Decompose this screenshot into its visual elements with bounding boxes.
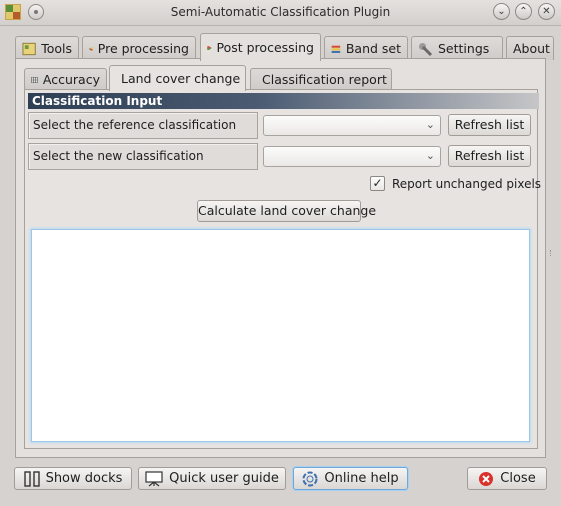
lifebuoy-icon (302, 471, 318, 486)
tab-tools-label: Tools (41, 41, 72, 56)
online-help-label: Online help (324, 471, 399, 486)
calculate-land-cover-change-button[interactable]: Calculate land cover change (197, 200, 376, 222)
tab-post-processing-label: Post processing (216, 40, 315, 55)
subtab-accuracy-label: Accuracy (42, 72, 100, 87)
tab-pre-processing[interactable]: Pre processing (82, 36, 196, 60)
subtab-land-cover-change-label: Land cover change (121, 71, 241, 86)
close-label: Close (500, 471, 536, 486)
window-title: Semi-Automatic Classification Plugin (170, 5, 391, 19)
refresh-reference-button[interactable]: Refresh list (448, 114, 531, 136)
chevron-down-icon: ⌄ (425, 118, 435, 131)
online-help-button[interactable]: Online help (293, 467, 408, 490)
title-bar: Semi-Automatic Classification Plugin ⌄ ⌃… (0, 0, 561, 26)
subtab-land-cover-change[interactable]: Land cover change (109, 65, 246, 91)
post-processing-icon (207, 45, 212, 50)
tools-icon (22, 42, 36, 55)
quick-user-guide-button[interactable]: Quick user guide (138, 467, 286, 490)
subtab-accuracy[interactable]: Accuracy (24, 68, 107, 90)
tab-band-set[interactable]: Band set (324, 36, 408, 60)
subtab-classification-report[interactable]: % Classification report (250, 68, 392, 90)
report-unchanged-checkbox[interactable]: ✓ (370, 176, 385, 191)
wrench-icon (419, 42, 433, 56)
reference-classification-combo[interactable]: ⌄ (263, 115, 441, 136)
refresh-new-button[interactable]: Refresh list (448, 145, 531, 167)
quick-user-guide-label: Quick user guide (169, 471, 279, 486)
tab-about[interactable]: About (506, 36, 554, 60)
section-header: Classification Input (28, 93, 539, 109)
pre-processing-icon (89, 46, 93, 51)
close-window-button[interactable]: ✕ (538, 3, 555, 20)
maximize-button[interactable]: ⌃ (515, 3, 532, 20)
show-docks-button[interactable]: Show docks (14, 467, 132, 490)
close-icon (479, 471, 494, 486)
tab-pre-processing-label: Pre processing (97, 41, 189, 56)
chevron-down-icon: ⌄ (425, 149, 435, 162)
reference-classification-label: Select the reference classification (28, 112, 258, 139)
new-classification-label: Select the new classification (28, 143, 258, 170)
tab-settings[interactable]: Settings (411, 36, 503, 60)
tab-post-processing[interactable]: Post processing (200, 33, 321, 61)
subtab-classification-report-label: Classification report (262, 72, 387, 87)
resize-grip[interactable] (550, 250, 553, 256)
tab-tools[interactable]: Tools (15, 36, 79, 60)
band-set-icon (331, 45, 341, 53)
close-button[interactable]: Close (467, 467, 547, 490)
report-unchanged-label: Report unchanged pixels (392, 177, 542, 191)
presentation-board-icon (145, 470, 163, 486)
show-docks-label: Show docks (45, 471, 123, 486)
output-text-area[interactable] (31, 229, 530, 442)
docks-icon (23, 470, 40, 487)
new-classification-combo[interactable]: ⌄ (263, 146, 441, 167)
tab-settings-label: Settings (438, 41, 490, 56)
tab-band-set-label: Band set (345, 41, 401, 56)
grid-icon (31, 76, 38, 83)
minimize-button[interactable]: ⌄ (493, 3, 510, 20)
tab-about-label: About (513, 41, 550, 56)
